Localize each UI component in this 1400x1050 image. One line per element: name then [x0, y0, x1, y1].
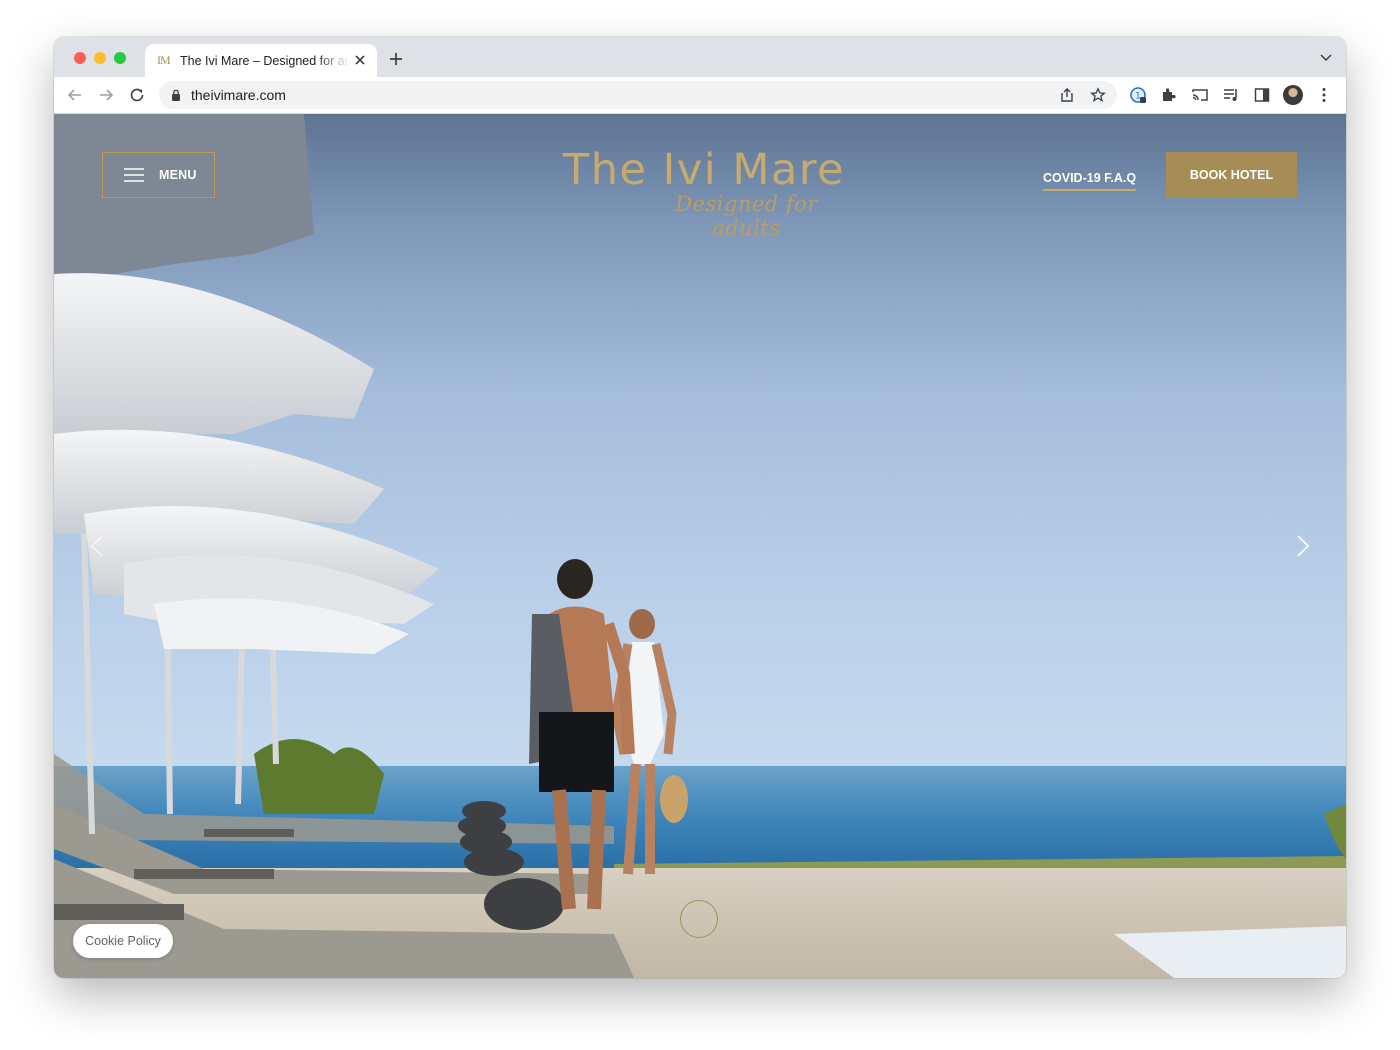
chevron-right-icon[interactable]	[1296, 534, 1310, 558]
cookie-policy-button[interactable]: Cookie Policy	[73, 924, 173, 958]
close-window-button[interactable]	[74, 52, 86, 64]
tab-strip: IM The Ivi Mare – Designed for adults	[54, 37, 1346, 77]
forward-icon[interactable]	[97, 86, 115, 104]
hero-photo	[54, 114, 1346, 978]
back-icon[interactable]	[66, 86, 84, 104]
minimize-window-button[interactable]	[94, 52, 106, 64]
site-favicon-icon: IM	[157, 53, 171, 67]
star-icon[interactable]	[1090, 87, 1106, 103]
extensions-icon[interactable]	[1160, 86, 1178, 104]
tab-search-chevron-icon[interactable]	[1320, 54, 1332, 62]
more-menu-icon[interactable]	[1315, 86, 1333, 104]
browser-tab[interactable]: IM The Ivi Mare – Designed for adults	[145, 44, 377, 77]
browser-window: IM The Ivi Mare – Designed for adults	[54, 37, 1346, 978]
hamburger-icon	[124, 168, 144, 182]
hero-slider: MENU The Ivi Mare Designed for adults CO…	[54, 114, 1346, 978]
media-queue-icon[interactable]	[1222, 86, 1240, 104]
reload-icon[interactable]	[128, 86, 146, 104]
chevron-left-icon[interactable]	[90, 534, 104, 558]
site-logo[interactable]: The Ivi Mare Designed for adults	[554, 144, 854, 240]
menu-label: MENU	[159, 168, 197, 182]
book-hotel-button[interactable]: BOOK HOTEL	[1166, 152, 1297, 198]
avatar[interactable]	[1283, 85, 1303, 105]
password-extension-icon[interactable]: 1	[1129, 86, 1147, 104]
tab-title: The Ivi Mare – Designed for adults	[180, 53, 350, 68]
side-panel-icon[interactable]	[1253, 86, 1271, 104]
zoom-window-button[interactable]	[114, 52, 126, 64]
menu-button[interactable]: MENU	[102, 152, 215, 198]
share-icon[interactable]	[1059, 87, 1075, 103]
lock-icon[interactable]	[171, 89, 181, 101]
logo-name: The Ivi Mare	[562, 145, 846, 195]
url-text: theivimare.com	[191, 87, 286, 103]
slide-indicator[interactable]	[680, 900, 718, 938]
address-bar[interactable]: theivimare.com	[159, 81, 1117, 109]
browser-toolbar: theivimare.com 1	[54, 77, 1346, 114]
close-tab-icon[interactable]	[352, 52, 368, 68]
covid-faq-link[interactable]: COVID-19 F.A.Q	[1043, 171, 1137, 191]
new-tab-icon[interactable]	[389, 52, 403, 66]
logo-tagline: Designed for adults	[675, 192, 818, 240]
cast-icon[interactable]	[1191, 86, 1209, 104]
